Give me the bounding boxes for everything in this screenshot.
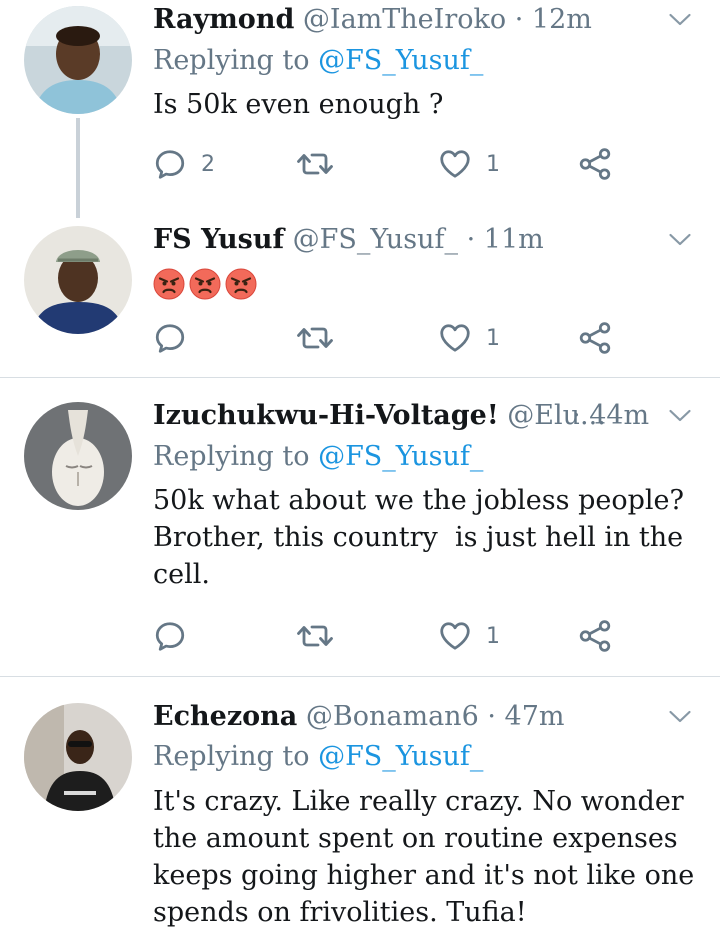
tweet-text-line: Is 50k even enough ? <box>153 89 444 120</box>
replying-to: Replying to @FS_Yusuf_ <box>153 439 483 475</box>
retweet-icon <box>295 322 335 354</box>
share-button[interactable] <box>578 616 612 656</box>
like-count: 1 <box>486 325 500 351</box>
share-button[interactable] <box>578 144 612 184</box>
retweet-icon <box>295 148 335 180</box>
like-button[interactable]: 1 <box>438 144 500 184</box>
retweet-button[interactable] <box>295 144 335 184</box>
share-button[interactable] <box>578 318 612 358</box>
mention-link[interactable]: @FS_Yusuf_ <box>318 45 483 76</box>
avatar[interactable] <box>24 226 132 334</box>
tweet-text: Is 50k even enough ? <box>153 86 680 123</box>
angry-face-icon <box>189 268 221 300</box>
timestamp[interactable]: 11m <box>484 224 544 255</box>
tweet-header: FS Yusuf @FS_Yusuf_ · 11m <box>153 222 650 258</box>
tweet-text: It's crazy. Like really crazy. No wonder… <box>153 783 695 931</box>
retweet-icon <box>295 620 335 652</box>
replying-prefix: Replying to <box>153 45 310 76</box>
comment-icon <box>153 321 187 355</box>
like-button[interactable]: 1 <box>438 616 500 656</box>
timestamp[interactable]: 12m <box>532 4 592 35</box>
timestamp[interactable]: 44m <box>589 400 649 431</box>
retweet-button[interactable] <box>295 616 335 656</box>
tweet-fs-yusuf[interactable]: FS Yusuf @FS_Yusuf_ · 11m 1 <box>0 220 720 378</box>
heart-icon <box>438 619 472 653</box>
tweet-text: 50k what about we the jobless people? Br… <box>153 482 684 593</box>
separator-dot: · <box>514 4 524 35</box>
tweet-echezona[interactable]: Echezona @Bonaman6 · 47m Replying to @FS… <box>0 677 720 951</box>
tweet-text-line: 50k what about we the jobless people? <box>153 485 684 516</box>
reply-count: 2 <box>201 151 215 177</box>
tweet-text <box>153 264 680 301</box>
replying-prefix: Replying to <box>153 741 310 772</box>
angry-face-icon <box>225 268 257 300</box>
avatar[interactable] <box>24 703 132 811</box>
display-name[interactable]: Echezona <box>153 701 297 732</box>
share-icon <box>578 147 612 181</box>
chevron-down-icon[interactable] <box>668 8 692 32</box>
heart-icon <box>438 321 472 355</box>
chevron-down-icon[interactable] <box>668 705 692 729</box>
user-handle[interactable]: @IamTheIroko <box>303 4 506 35</box>
share-icon <box>578 321 612 355</box>
mention-link[interactable]: @FS_Yusuf_ <box>318 741 483 772</box>
reply-button[interactable] <box>153 616 187 656</box>
display-name[interactable]: Izuchukwu-Hi-Voltage! <box>153 400 499 431</box>
retweet-button[interactable] <box>295 318 335 358</box>
tweet-raymond[interactable]: Raymond @IamTheIroko · 12m Replying to @… <box>0 0 720 220</box>
like-button[interactable]: 1 <box>438 318 500 358</box>
tweet-text-line: spends on frivolities. Tufia! <box>153 897 527 928</box>
tweet-text-line: the amount spent on routine expenses <box>153 823 678 854</box>
user-handle[interactable]: @Bonaman6 <box>306 701 479 732</box>
tweet-text-line: cell. <box>153 559 210 590</box>
reply-button[interactable]: 2 <box>153 144 215 184</box>
display-name[interactable]: Raymond <box>153 4 294 35</box>
chevron-down-icon[interactable] <box>668 228 692 252</box>
display-name[interactable]: FS Yusuf <box>153 224 284 255</box>
mention-link[interactable]: @FS_Yusuf_ <box>318 441 483 472</box>
replying-to: Replying to @FS_Yusuf_ <box>153 739 483 775</box>
separator-dot: · <box>466 224 476 255</box>
separator-dot: · <box>487 701 496 732</box>
avatar[interactable] <box>24 402 132 510</box>
angry-face-icon <box>153 268 185 300</box>
tweet-actions: 1 <box>153 616 680 656</box>
separator-dot: · <box>572 400 581 431</box>
tweet-text-line: Brother, this country is just hell in th… <box>153 522 684 553</box>
heart-icon <box>438 147 472 181</box>
like-count: 1 <box>486 623 500 649</box>
share-icon <box>578 619 612 653</box>
timestamp-block: · 44m <box>572 398 650 434</box>
like-count: 1 <box>486 151 500 177</box>
reply-button[interactable] <box>153 318 187 358</box>
tweet-text-line: It's crazy. Like really crazy. No wonder <box>153 786 684 817</box>
user-handle[interactable]: @FS_Yusuf_ <box>293 224 458 255</box>
comment-icon <box>153 619 187 653</box>
tweet-header: Echezona @Bonaman6 · 47m <box>153 699 650 735</box>
replying-to: Replying to @FS_Yusuf_ <box>153 43 483 79</box>
chevron-down-icon[interactable] <box>668 404 692 428</box>
timestamp[interactable]: 47m <box>505 701 565 732</box>
tweet-text-line: keeps going higher and it's not like one <box>153 860 695 891</box>
tweet-actions: 2 1 <box>153 144 680 184</box>
thread-line <box>76 118 80 218</box>
tweet-header: Raymond @IamTheIroko · 12m <box>153 2 650 38</box>
avatar[interactable] <box>24 6 132 114</box>
comment-icon <box>153 147 187 181</box>
tweet-actions: 1 <box>153 318 680 358</box>
replying-prefix: Replying to <box>153 441 310 472</box>
tweet-izuchukwu[interactable]: Izuchukwu-Hi-Voltage! @Elu... · 44m Repl… <box>0 378 720 676</box>
